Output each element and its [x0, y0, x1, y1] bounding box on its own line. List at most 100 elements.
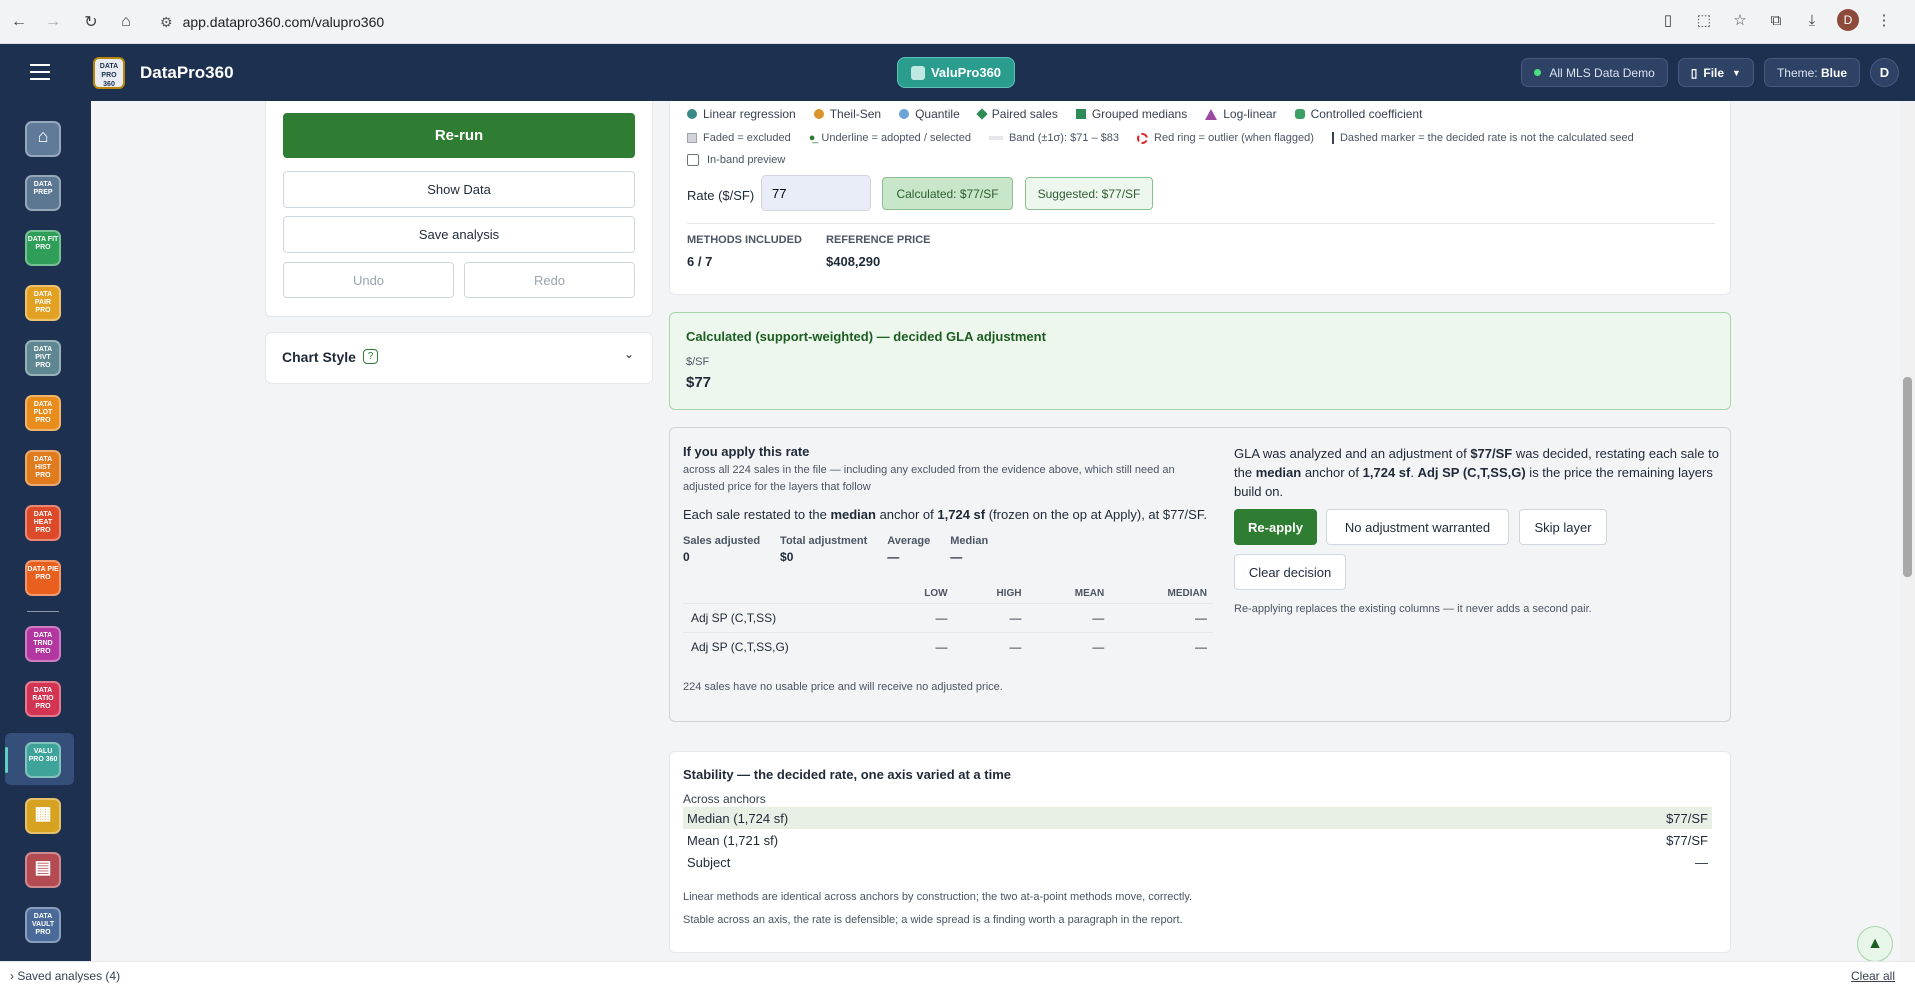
app-header: DATA PRO 360 DataPro360 ValuPro360 All M… — [0, 44, 1915, 101]
hamburger-menu-icon[interactable] — [30, 64, 50, 85]
reapply-button[interactable]: Re-apply — [1234, 509, 1317, 545]
url-text: app.datapro360.com/valupro360 — [182, 14, 385, 30]
in-band-preview-toggle[interactable]: In-band preview — [687, 154, 785, 166]
reload-icon[interactable]: ↻ — [78, 9, 104, 35]
nav-data-vault-pro-icon[interactable]: DATA VAULT PRO — [25, 907, 61, 943]
restate-sentence: Each sale restated to the median anchor … — [683, 507, 1207, 522]
rate-input[interactable] — [761, 175, 871, 211]
nav-valu-pro-360-icon[interactable]: VALU PRO 360 — [25, 742, 61, 778]
summary-column: Adj SP (C,T,SS,G) — [1417, 465, 1526, 480]
stat-block: Median — — [950, 535, 988, 564]
install-app-icon[interactable]: ⬚ — [1693, 9, 1715, 31]
decision-summary: GLA was analyzed and an adjustment of $7… — [1234, 444, 1719, 501]
red-ring-icon — [1137, 132, 1149, 144]
nav-home-icon[interactable]: ⌂ — [25, 121, 61, 157]
stat-label: Sales adjusted — [683, 535, 761, 547]
scroll-top-button[interactable]: ▲ — [1857, 926, 1893, 961]
nav-tables-app-icon[interactable]: ▦ — [25, 798, 61, 834]
show-data-button[interactable]: Show Data — [283, 171, 635, 208]
theme-button[interactable]: Theme: Blue — [1763, 58, 1860, 87]
address-bar[interactable]: ⚙ app.datapro360.com/valupro360 — [160, 9, 1620, 35]
legend-item[interactable]: Controlled coefficient — [1294, 107, 1422, 121]
nav-data-hist-pro-icon[interactable]: DATA HIST PRO — [25, 450, 61, 486]
skip-layer-button[interactable]: Skip layer — [1519, 509, 1607, 545]
legend-label: Linear regression — [703, 107, 796, 121]
help-icon[interactable]: ? — [363, 349, 378, 364]
summary-text: . — [1410, 465, 1418, 480]
bookmark-star-icon[interactable]: ☆ — [1729, 9, 1751, 31]
nav-data-ratio-pro-icon[interactable]: DATA RATIO PRO — [25, 681, 61, 717]
site-info-icon[interactable]: ⚙ — [160, 14, 173, 31]
nav-data-trnd-pro-icon[interactable]: DATA TRND PRO — [25, 626, 61, 662]
suggested-rate-button[interactable]: Suggested: $77/SF — [1025, 177, 1153, 210]
legend-key-label: Dashed marker = the decided rate is not … — [1339, 132, 1634, 144]
mls-source-pill[interactable]: All MLS Data Demo — [1521, 58, 1668, 87]
chart-style-panel[interactable]: Chart Style ? ⌄ — [265, 332, 653, 384]
table-row: Adj SP (C,T,SS) — — — — — [683, 603, 1213, 633]
nav-reports-app-icon[interactable]: ▤ — [25, 852, 61, 888]
dot-marker-icon — [687, 109, 697, 119]
stability-card: Stability — the decided rate, one axis v… — [669, 751, 1731, 953]
nav-data-fit-pro-icon[interactable]: DATA FIT PRO — [25, 230, 61, 266]
in-band-label: In-band preview — [707, 154, 786, 166]
stability-row-value: $77/SF — [1666, 810, 1708, 826]
download-icon[interactable]: ⤓ — [1801, 9, 1823, 31]
profile-avatar[interactable]: D — [1837, 9, 1859, 31]
theme-value: Blue — [1820, 65, 1847, 80]
legend-item[interactable]: Quantile — [899, 107, 960, 121]
legend-item[interactable]: Grouped medians — [1075, 107, 1187, 121]
valupro-module-pill[interactable]: ValuPro360 — [897, 57, 1015, 88]
forward-icon[interactable]: → — [40, 9, 66, 35]
nav-data-pair-pro-icon[interactable]: DATA PAIR PRO — [25, 285, 61, 321]
nav-data-heat-pro-icon[interactable]: DATA HEAT PRO — [25, 505, 61, 541]
decided-unit: $/SF — [686, 356, 710, 368]
diamond-marker-icon — [976, 108, 988, 120]
method-legend: Linear regression Theil-Sen Quantile Paired… — [687, 107, 1422, 121]
home-icon[interactable]: ⌂ — [113, 9, 139, 35]
user-avatar[interactable]: D — [1870, 58, 1899, 87]
apply-rate-card: If you apply this rate across all 224 sa… — [669, 427, 1731, 722]
nav-data-pie-pro-icon[interactable]: DATA PIE PRO — [25, 560, 61, 596]
table-cell: — — [1195, 640, 1207, 654]
methods-card: Linear regression Theil-Sen Quantile Paired… — [669, 101, 1731, 295]
file-menu-button[interactable]: ▯ File ▼ — [1677, 58, 1754, 87]
table-row: Adj SP (C,T,SS,G) — — — — — [683, 632, 1213, 662]
rerun-button[interactable]: Re-run — [283, 113, 635, 158]
redo-button[interactable]: Redo — [464, 262, 635, 298]
stability-row-label: Subject — [687, 854, 731, 870]
table-cell: — — [935, 640, 948, 654]
legend-item[interactable]: Linear regression — [687, 107, 796, 121]
saved-analyses-toggle[interactable]: › Saved analyses (4) — [10, 969, 120, 983]
legend-item[interactable]: Log-linear — [1205, 107, 1277, 121]
clear-decision-button[interactable]: Clear decision — [1234, 554, 1346, 590]
nav-data-prep-icon[interactable]: DATA PREP — [25, 175, 61, 211]
legend-item[interactable]: Paired sales — [976, 107, 1058, 121]
calculated-rate-button[interactable]: Calculated: $77/SF — [882, 177, 1013, 210]
reference-price-value: $408,290 — [826, 254, 881, 269]
legend-key-faded: Faded = excluded — [687, 132, 791, 144]
stability-row: Subject — — [683, 851, 1712, 873]
more-menu-icon[interactable]: ⋮ — [1873, 9, 1895, 31]
sidebar-nav: ⌂ DATA PREP DATA FIT PRO DATA PAIR PRO DATA … — [0, 101, 91, 961]
stat-label: Median — [950, 535, 989, 547]
extensions-icon[interactable]: ⧉ — [1765, 9, 1787, 31]
legend-item[interactable]: Theil-Sen — [813, 107, 881, 121]
page-info-icon[interactable]: ▯ — [1657, 9, 1679, 31]
save-analysis-button[interactable]: Save analysis — [283, 216, 635, 253]
legend-label: Log-linear — [1223, 107, 1277, 121]
file-icon: ▯ — [1690, 65, 1698, 80]
page-scrollbar[interactable] — [1900, 101, 1915, 961]
scrollbar-thumb[interactable] — [1903, 377, 1912, 577]
summary-text: anchor of — [1301, 465, 1363, 480]
no-adjustment-button[interactable]: No adjustment warranted — [1326, 509, 1509, 545]
no-price-note: 224 sales have no usable price and will … — [683, 681, 1003, 693]
table-header: LOW — [924, 588, 948, 599]
nav-data-pivt-pro-icon[interactable]: DATA PIVT PRO — [25, 340, 61, 376]
stability-row-label: Mean (1,721 sf) — [687, 832, 779, 848]
stability-row-label: Median (1,724 sf) — [687, 810, 789, 826]
undo-button[interactable]: Undo — [283, 262, 454, 298]
clear-all-link[interactable]: Clear all — [1851, 969, 1895, 983]
nav-data-plot-pro-icon[interactable]: DATA PLOT PRO — [25, 395, 61, 431]
back-icon[interactable]: ← — [6, 9, 32, 35]
in-band-checkbox[interactable] — [687, 154, 699, 166]
